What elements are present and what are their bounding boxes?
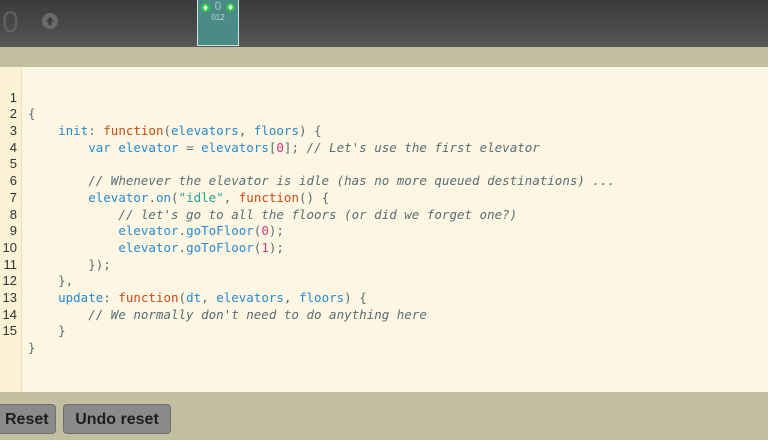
down-indicator-icon	[226, 3, 235, 12]
elevator-label: 012	[211, 13, 225, 22]
simulation-view: 0 0 012	[0, 0, 768, 47]
floor-number: 0	[2, 6, 19, 39]
button-bar: Reset Undo reset	[0, 392, 768, 440]
divider-strip	[0, 47, 768, 67]
line-number: 15	[2, 323, 17, 339]
code-line: 5 // Whenever the elevator is idle (has …	[0, 140, 768, 188]
code-line: 11 },	[0, 240, 768, 289]
code-line: 1 {	[0, 73, 768, 122]
code-line: 8 elevator.goToFloor(0);	[0, 190, 768, 239]
code-line: 6 elevator.on("idle", function() {	[0, 156, 768, 205]
code-token: }	[28, 340, 36, 356]
code-editor[interactable]: 1 { 2 init: function(elevators, floors) …	[0, 67, 768, 392]
code-line: 3 var elevator = elevators[0]; // Let's …	[0, 106, 768, 155]
up-arrow-icon[interactable]	[42, 13, 58, 29]
code-token: }	[58, 323, 66, 339]
code-line: 12 update: function(dt, elevators, floor…	[0, 257, 768, 305]
code-line: 7 // let's go to all the floors (or did …	[0, 173, 768, 222]
reset-button[interactable]: Reset	[0, 404, 56, 434]
code-line: 14 }	[0, 290, 768, 339]
code-line: 9 elevator.goToFloor(1);	[0, 207, 768, 255]
code-line: 15 }	[0, 307, 768, 355]
code-line: 4	[0, 123, 768, 155]
code-lines: 1 { 2 init: function(elevators, floors) …	[0, 73, 768, 355]
code-line: 10 });	[0, 223, 768, 272]
undo-reset-button[interactable]: Undo reset	[63, 404, 171, 434]
elevator: 0 012	[197, 0, 239, 46]
code-line: 13 // We normally don't need to do anyth…	[0, 273, 768, 322]
code-line: 2 init: function(elevators, floors) {	[0, 90, 768, 138]
